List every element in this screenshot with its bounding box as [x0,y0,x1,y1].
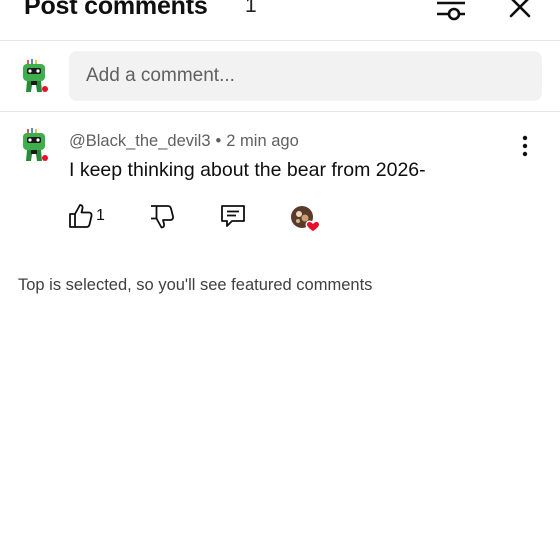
thumbs-up-icon [69,204,93,228]
comment-bubble-icon [221,205,245,227]
like-count: 1 [96,207,105,224]
close-button[interactable] [503,0,537,26]
thumbs-down-icon [151,205,175,229]
dislike-button[interactable] [148,202,176,230]
comment-actions: 1 [0,202,560,238]
comment-author[interactable]: @Black_the_devil3 [69,132,211,150]
more-vertical-icon [522,135,528,157]
comments-header: Post comments 1 [0,0,560,41]
comment-meta: @Black_the_devil3 • 2 min ago [69,132,299,151]
add-comment-row [0,41,560,112]
character-avatar-icon [23,128,48,161]
like-button[interactable] [67,202,95,230]
creator-avatar-heart-icon [291,206,321,233]
panel-title: Post comments [24,0,208,20]
comment-menu-button[interactable] [513,134,537,158]
sort-info-text: Top is selected, so you'll see featured … [18,276,373,294]
sort-filter-button[interactable] [434,0,468,28]
add-comment-input[interactable] [69,51,542,101]
creator-heart-badge [290,204,322,234]
comments-panel: Post comments 1 Add a comment... @Black_… [0,0,560,560]
comment-text: I keep thinking about the bear from 2026… [69,159,426,181]
sliders-icon [437,1,465,21]
close-icon [509,0,531,18]
comment-time: 2 min ago [226,132,299,150]
comment-item: @Black_the_devil3 • 2 min ago I keep think… [0,112,560,242]
avatar[interactable] [18,59,50,95]
reply-button[interactable] [219,202,247,230]
commenter-avatar[interactable] [18,128,50,164]
comment-count: 1 [245,0,257,17]
character-avatar-icon [23,59,48,92]
meta-separator: • [215,132,222,150]
